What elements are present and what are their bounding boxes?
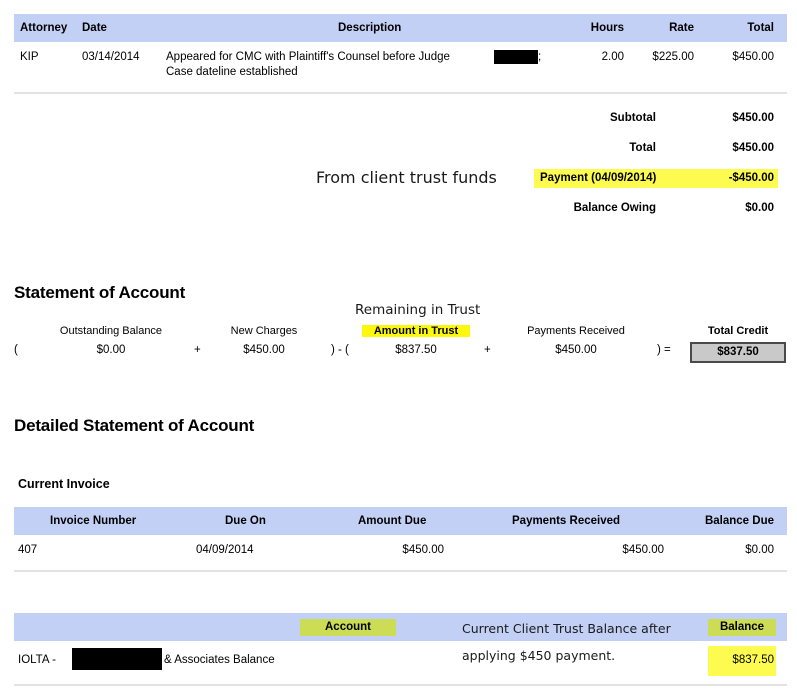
column-header-description: Description <box>338 22 402 34</box>
column-header-account: Account <box>300 619 396 636</box>
cell-description-line2: Case dateline established <box>166 66 298 78</box>
column-header-rate: Rate <box>669 22 694 34</box>
invoice-table-bottom-rule <box>14 570 787 572</box>
cell-total: $450.00 <box>732 51 774 63</box>
cell-hours: 2.00 <box>601 51 624 63</box>
current-invoice-label: Current Invoice <box>18 477 110 491</box>
detailed-statement-heading: Detailed Statement of Account <box>14 416 255 435</box>
total-label: Total <box>629 142 656 154</box>
formula-value-amount-in-trust: $837.50 <box>395 344 437 356</box>
column-header-balance-due: Balance Due <box>704 515 774 527</box>
formula-header-amount-in-trust: Amount in Trust <box>362 325 470 337</box>
column-header-total: Total <box>747 22 774 34</box>
column-header-payments-received: Payments Received <box>512 515 621 527</box>
annotation-remaining-in-trust: Remaining in Trust <box>355 302 481 318</box>
formula-header-new-charges: New Charges <box>230 325 298 337</box>
cell-amount-due: $450.00 <box>402 544 444 556</box>
formula-value-new-charges: $450.00 <box>243 344 285 356</box>
statement-of-account-heading: Statement of Account <box>14 283 186 302</box>
redaction-bar-firm-name <box>72 648 162 670</box>
annotation-from-client-trust-funds: From client trust funds <box>316 168 497 187</box>
total-value: $450.00 <box>732 142 774 154</box>
cell-due-on: 04/09/2014 <box>196 544 254 556</box>
cell-attorney: KIP <box>20 51 39 63</box>
column-header-amount-due: Amount Due <box>358 515 427 527</box>
cell-account-suffix: & Associates Balance <box>164 654 275 666</box>
cell-payments-received: $450.00 <box>622 544 664 556</box>
formula-plus-2: + <box>484 344 491 356</box>
column-header-invoice-number: Invoice Number <box>50 515 137 527</box>
balance-owing-label: Balance Owing <box>573 202 656 214</box>
formula-open-paren-1: ( <box>14 344 18 356</box>
cell-balance-due: $0.00 <box>745 544 774 556</box>
column-header-date: Date <box>82 22 107 34</box>
trust-table-header-band <box>14 613 787 641</box>
table-bottom-rule <box>14 92 787 94</box>
formula-header-total-credit: Total Credit <box>707 325 769 337</box>
formula-close-equals: ) = <box>657 344 671 356</box>
total-credit-box: $837.50 <box>690 342 786 363</box>
annotation-trust-balance-line2: applying $450 payment. <box>462 648 616 663</box>
invoice-statement-page: Attorney Date Description Hours Rate Tot… <box>0 0 797 698</box>
redaction-bar-judge-name <box>494 50 538 64</box>
column-header-balance: Balance <box>708 619 776 636</box>
cell-invoice-number: 407 <box>18 544 38 556</box>
trust-table-bottom-rule <box>14 684 787 686</box>
formula-header-outstanding-balance: Outstanding Balance <box>59 325 163 337</box>
subtotal-label: Subtotal <box>610 112 656 124</box>
cell-description-line1-tail: ; <box>538 51 542 63</box>
subtotal-value: $450.00 <box>732 112 774 124</box>
annotation-trust-balance-line1: Current Client Trust Balance after <box>462 621 671 636</box>
balance-owing-value: $0.00 <box>745 202 774 214</box>
cell-description-line1: Appeared for CMC with Plaintiff's Counse… <box>166 51 450 63</box>
payment-value: -$450.00 <box>728 172 774 184</box>
cell-rate: $225.00 <box>652 51 694 63</box>
cell-trust-balance: $837.50 <box>732 654 774 666</box>
cell-account-prefix: IOLTA - <box>18 654 56 666</box>
formula-value-outstanding-balance: $0.00 <box>96 344 126 356</box>
column-header-hours: Hours <box>590 22 624 34</box>
formula-plus-1: + <box>194 344 201 356</box>
formula-header-payments-received: Payments Received <box>527 325 625 337</box>
column-header-attorney: Attorney <box>20 22 68 34</box>
formula-close-open-paren: ) - ( <box>331 344 349 356</box>
cell-date: 03/14/2014 <box>82 51 140 63</box>
column-header-due-on: Due On <box>225 515 266 527</box>
formula-value-payments-received: $450.00 <box>555 344 597 356</box>
